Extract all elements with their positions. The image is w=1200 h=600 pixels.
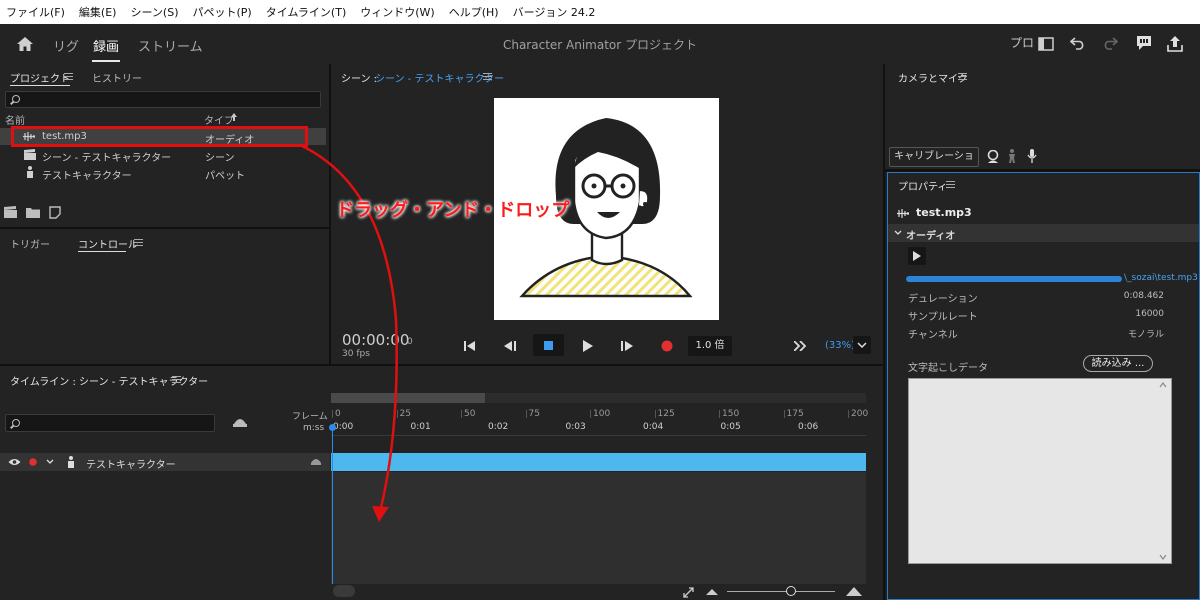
annotation-label: ドラッグ・アンド・ドロップ: [336, 200, 570, 221]
annotation-arrow: [299, 143, 398, 522]
